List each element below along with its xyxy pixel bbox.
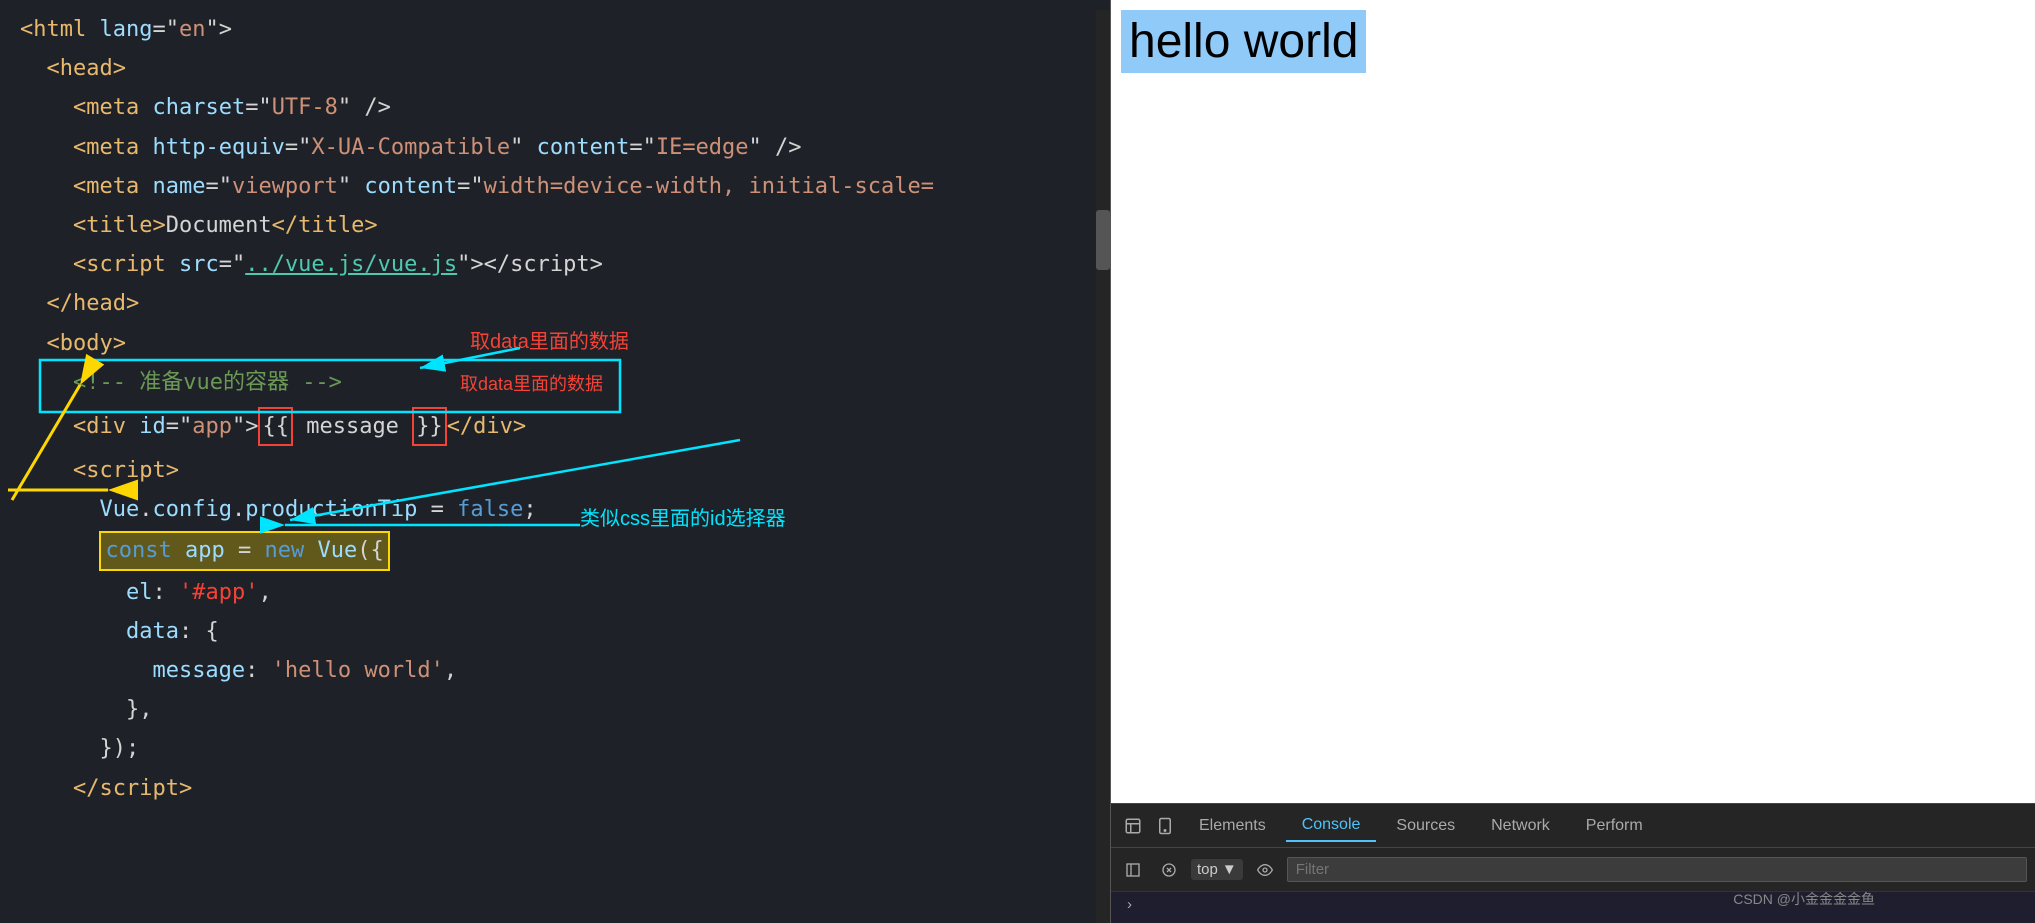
tag-open: <html: [20, 12, 99, 47]
browser-panel: hello world Elements Console Source: [1110, 0, 2035, 923]
devtools-tab-console[interactable]: Console: [1286, 810, 1377, 842]
devtools-clear-icon[interactable]: [1155, 856, 1183, 884]
code-line-2: <head>: [0, 49, 1110, 88]
devtools-tabs-row: Elements Console Sources Network Perform: [1111, 804, 2035, 848]
code-line-19: });: [0, 729, 1110, 768]
code-line-15: el: '#app',: [0, 573, 1110, 612]
devtools-tab-perform[interactable]: Perform: [1570, 811, 1659, 841]
code-editor-panel: <html lang="en"> <head> <meta charset="U…: [0, 0, 1110, 923]
devtools-tab-network[interactable]: Network: [1475, 811, 1566, 841]
code-scrollbar[interactable]: [1096, 10, 1110, 923]
devtools-inspect-icon[interactable]: [1119, 812, 1147, 840]
code-line-16: data: {: [0, 612, 1110, 651]
code-line-4: <meta http-equiv="X-UA-Compatible" conte…: [0, 128, 1110, 167]
code-line-18: },: [0, 690, 1110, 729]
code-line-20: </script>: [0, 769, 1110, 808]
console-output-area: ›: [1111, 892, 2035, 917]
code-line-11: 取data里面的数据 <div id="app">{{ message }}</…: [0, 405, 1110, 448]
code-line-8: </head>: [0, 284, 1110, 323]
top-label: top: [1197, 861, 1218, 878]
devtools-tab-elements[interactable]: Elements: [1183, 811, 1282, 841]
devtools-sidebar-icon[interactable]: [1119, 856, 1147, 884]
csdn-watermark: CSDN @小金金金金鱼: [1733, 889, 1875, 909]
chevron-down-icon: ▼: [1222, 861, 1237, 878]
code-line-12: <script>: [0, 451, 1110, 490]
code-line-9: <body>: [0, 324, 1110, 363]
code-line-7: <script src="../vue.js/vue.js"></script>: [0, 245, 1110, 284]
devtools-eye-icon[interactable]: [1251, 856, 1279, 884]
devtools-bar: Elements Console Sources Network Perform: [1111, 803, 2035, 923]
hello-world-display: hello world: [1121, 10, 1366, 73]
code-line-5: <meta name="viewport" content="width=dev…: [0, 167, 1110, 206]
console-prompt: ›: [1127, 896, 1132, 913]
code-line-14: const app = new Vue({: [0, 529, 1110, 572]
console-filter-input[interactable]: [1287, 857, 2027, 882]
annotation-take-data: 取data里面的数据: [460, 370, 603, 399]
devtools-tab-sources[interactable]: Sources: [1380, 811, 1471, 841]
top-context-selector[interactable]: top ▼: [1191, 859, 1243, 880]
code-line-3: <meta charset="UTF-8" />: [0, 88, 1110, 127]
devtools-device-icon[interactable]: [1151, 812, 1179, 840]
code-line-1: <html lang="en">: [0, 10, 1110, 49]
devtools-toolbar-row: top ▼: [1111, 848, 2035, 892]
browser-preview-area: hello world: [1111, 0, 2035, 803]
code-scrollbar-thumb[interactable]: [1096, 210, 1110, 270]
code-line-13: Vue.config.productionTip = false;: [0, 490, 1110, 529]
code-line-17: message: 'hello world',: [0, 651, 1110, 690]
code-line-6: <title>Document</title>: [0, 206, 1110, 245]
